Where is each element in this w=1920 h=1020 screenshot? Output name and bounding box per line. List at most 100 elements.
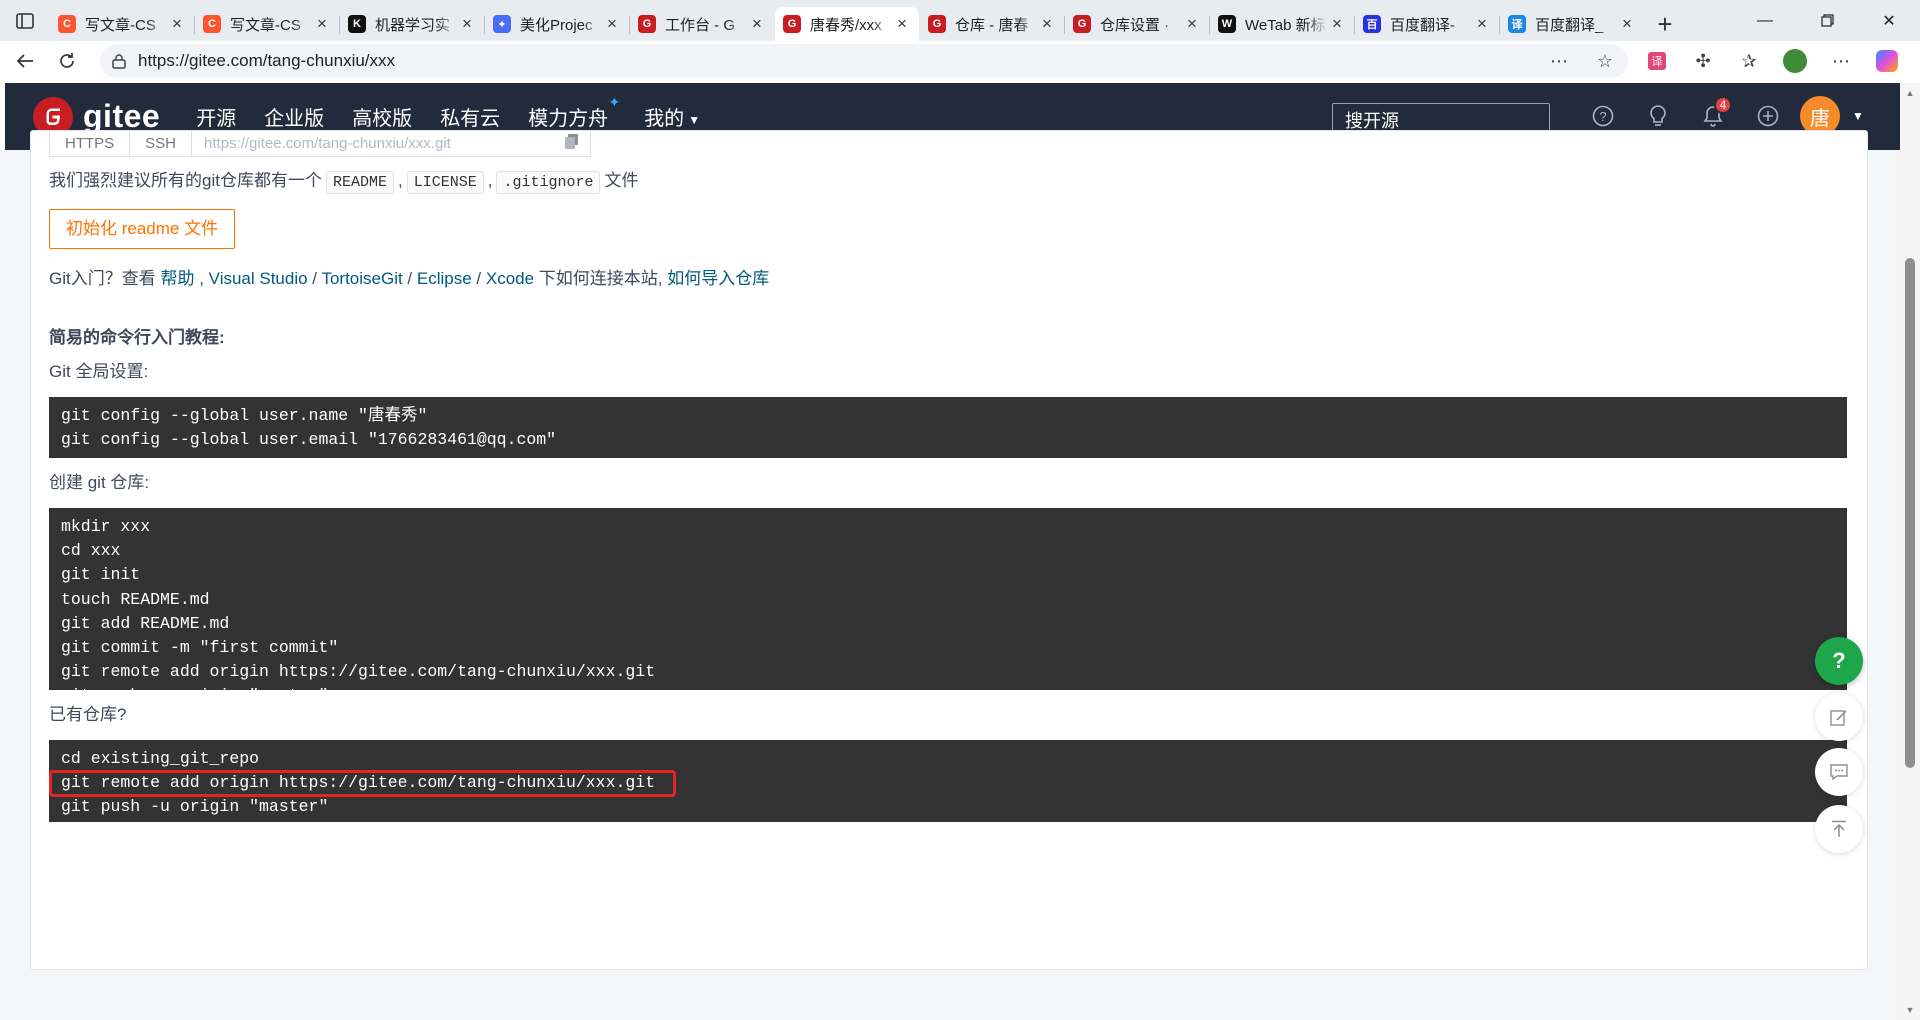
- global-setup-title: Git 全局设置:: [49, 362, 149, 381]
- reload-icon[interactable]: [46, 41, 88, 81]
- help-fab[interactable]: ?: [1815, 637, 1863, 685]
- browser-tab[interactable]: C 写文章-CS ×: [50, 7, 194, 41]
- window-controls: — ✕: [1734, 0, 1920, 41]
- tab-actions-icon[interactable]: [0, 0, 50, 41]
- tab-close-icon[interactable]: ×: [1618, 14, 1636, 34]
- scrollbar-thumb[interactable]: [1905, 258, 1915, 768]
- browser-tab[interactable]: G 工作台 - G ×: [629, 7, 774, 41]
- gitee-icon: G: [638, 15, 656, 33]
- visual-studio-link[interactable]: , Visual Studio: [199, 269, 307, 288]
- minimize-icon[interactable]: —: [1734, 0, 1796, 41]
- favorites-icon[interactable]: ✰: [1726, 41, 1772, 81]
- highlight-box: [49, 770, 676, 797]
- eclipse-link[interactable]: Eclipse: [417, 269, 472, 288]
- tab-close-icon[interactable]: ×: [893, 14, 911, 34]
- tab-close-icon[interactable]: ×: [1328, 14, 1346, 34]
- csdn-icon: C: [58, 15, 76, 33]
- nav-enterprise[interactable]: 企业版: [264, 102, 324, 131]
- suggestion-suffix: 文件: [604, 171, 639, 190]
- tab-title: 工作台 - G: [665, 16, 735, 34]
- more-menu-icon[interactable]: ⋯: [1818, 41, 1864, 81]
- git-intro-line: Git入门？查看 帮助 , Visual Studio / TortoiseGi…: [49, 269, 770, 288]
- wing-icon: ✦: [493, 15, 511, 33]
- nav-opensource[interactable]: 开源: [196, 102, 236, 131]
- favorite-star-icon[interactable]: ☆: [1582, 51, 1628, 72]
- address-bar[interactable]: https://gitee.com/tang-chunxiu/xxx ⋯ ☆: [100, 44, 1628, 78]
- browser-tab[interactable]: ✦ 美化Projec ×: [484, 7, 629, 41]
- comment-icon[interactable]: [1815, 748, 1863, 796]
- tab-close-icon[interactable]: ×: [1473, 14, 1491, 34]
- profile-icon[interactable]: [1772, 41, 1818, 81]
- nav-private-cloud[interactable]: 私有云: [440, 102, 500, 131]
- ssh-tab[interactable]: SSH: [130, 131, 193, 156]
- svg-text:?: ?: [1599, 109, 1606, 124]
- copilot-icon[interactable]: [1864, 41, 1910, 81]
- tab-title: 写文章-CS: [85, 16, 156, 34]
- translate-extension-icon[interactable]: 译: [1634, 41, 1680, 81]
- nav-mine[interactable]: 我的 ▼: [644, 102, 700, 131]
- clone-url-text[interactable]: https://gitee.com/tang-chunxiu/xxx.git: [204, 135, 451, 152]
- visual-studio-label: Visual Studio: [208, 269, 308, 288]
- tab-close-icon[interactable]: ×: [313, 14, 331, 34]
- browser-tab[interactable]: G 仓库设置 · ×: [1064, 7, 1209, 41]
- tab-close-icon[interactable]: ×: [458, 14, 476, 34]
- nav-ai-hub[interactable]: 模力方舟 ✦: [528, 94, 620, 131]
- gitee-icon: G: [783, 15, 801, 33]
- license-file-tag: LICENSE: [406, 171, 484, 194]
- clone-url-bar: HTTPS SSH https://gitee.com/tang-chunxiu…: [49, 131, 592, 157]
- tab-title: WeTab 新标: [1245, 16, 1326, 34]
- tab-title: 唐春秀/xxx: [810, 16, 882, 34]
- site-info-icon[interactable]: [100, 53, 138, 69]
- tab-close-icon[interactable]: ×: [1183, 14, 1201, 34]
- chevron-down-icon: ▼: [688, 112, 701, 127]
- browser-tab[interactable]: K 机器学习实 ×: [339, 7, 484, 41]
- https-tab[interactable]: HTTPS: [50, 131, 131, 156]
- browser-toolbar: https://gitee.com/tang-chunxiu/xxx ⋯ ☆ 译…: [0, 41, 1920, 81]
- edit-feedback-icon[interactable]: [1815, 693, 1863, 741]
- back-icon[interactable]: [4, 41, 46, 81]
- create-repo-title: 创建 git 仓库:: [49, 473, 150, 492]
- init-readme-button[interactable]: 初始化 readme 文件: [49, 209, 236, 249]
- close-window-icon[interactable]: ✕: [1858, 0, 1920, 41]
- nav-mine-label: 我的: [644, 108, 685, 130]
- scroll-up-icon[interactable]: ▲: [1900, 83, 1920, 103]
- tortoisegit-link[interactable]: TortoiseGit: [321, 269, 402, 288]
- tab-title: 机器学习实: [375, 16, 451, 34]
- tab-title: 仓库设置 ·: [1100, 16, 1170, 34]
- extensions-icon[interactable]: ✣: [1680, 41, 1726, 81]
- tab-close-icon[interactable]: ×: [1038, 14, 1056, 34]
- tab-close-icon[interactable]: ×: [603, 14, 621, 34]
- copy-icon[interactable]: [565, 134, 579, 153]
- xcode-link[interactable]: Xcode: [486, 269, 534, 288]
- back-to-top-icon[interactable]: [1815, 805, 1863, 853]
- import-repo-link[interactable]: 如何导入仓库: [667, 269, 769, 288]
- tab-close-icon[interactable]: ×: [168, 14, 186, 34]
- browser-tab[interactable]: W WeTab 新标 ×: [1209, 7, 1354, 41]
- browser-tab[interactable]: G 唐春秀/xxx ×: [775, 7, 919, 41]
- nav-ai-hub-label: 模力方舟: [528, 108, 609, 130]
- help-link[interactable]: 帮助: [160, 269, 194, 288]
- reader-icon[interactable]: ⋯: [1536, 51, 1582, 72]
- restore-icon[interactable]: [1796, 0, 1858, 41]
- suggestion-prefix: 我们强烈建议所有的git仓库都有一个: [49, 171, 322, 190]
- gitee-icon: G: [928, 15, 946, 33]
- new-tab-button[interactable]: +: [1645, 7, 1685, 41]
- baidu-icon: 百: [1363, 15, 1381, 33]
- browser-tab[interactable]: G 仓库 - 唐春 ×: [920, 7, 1064, 41]
- browser-tab[interactable]: 百百度翻译- ×: [1354, 7, 1499, 41]
- tab-title: 仓库 - 唐春: [955, 16, 1029, 34]
- browser-tab[interactable]: C 写文章-CS ×: [194, 7, 339, 41]
- url-text[interactable]: https://gitee.com/tang-chunxiu/xxx: [138, 51, 1536, 71]
- browser-tab[interactable]: 译百度翻译_ ×: [1499, 7, 1644, 41]
- tab-title: 美化Projec: [520, 16, 593, 34]
- gitignore-file-tag: .gitignore: [496, 171, 601, 194]
- translate-icon: 译: [1508, 15, 1526, 33]
- scroll-down-icon[interactable]: ▼: [1900, 1000, 1920, 1020]
- k-icon: K: [348, 15, 366, 33]
- csdn-icon: C: [203, 15, 221, 33]
- tab-close-icon[interactable]: ×: [748, 14, 766, 34]
- page-scrollbar[interactable]: ▲ ▼: [1900, 83, 1920, 1020]
- create-repo-code: mkdir xxx cd xxx git init touch README.m…: [49, 508, 1847, 705]
- nav-education[interactable]: 高校版: [352, 102, 412, 131]
- clone-url-field[interactable]: https://gitee.com/tang-chunxiu/xxx.git: [192, 131, 590, 156]
